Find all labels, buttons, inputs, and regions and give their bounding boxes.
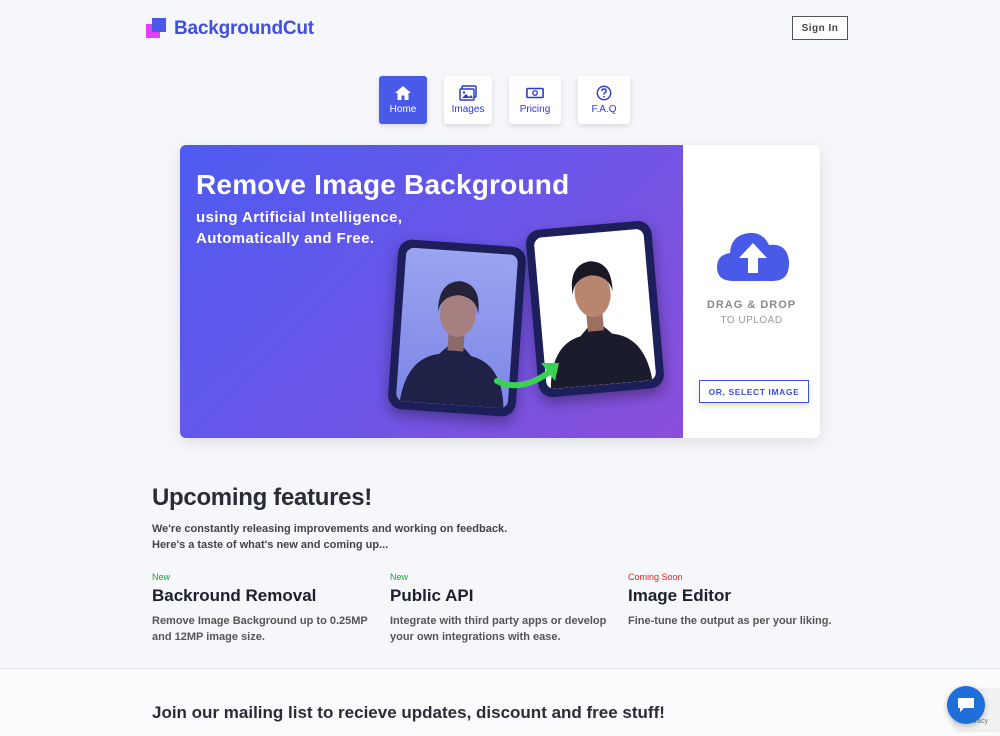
upload-dropzone[interactable]: DRAG & DROP TO UPLOAD OR, SELECT IMAGE — [683, 145, 820, 438]
feature-title: Backround Removal — [152, 586, 317, 605]
nav-home-label: Home — [389, 104, 417, 115]
images-icon — [459, 85, 477, 101]
nav-faq-label: F.A.Q — [591, 104, 617, 115]
to-upload-label: TO UPLOAD — [720, 315, 783, 326]
logo[interactable]: BackgroundCut — [146, 18, 314, 40]
feature-title: Public API — [390, 586, 474, 605]
select-image-button[interactable]: OR, SELECT IMAGE — [699, 380, 809, 403]
feature-card-background-removal: New Backround Removal Remove Image Backg… — [152, 572, 382, 645]
feature-desc-line1: Remove Image Background up to 0.25MP — [152, 615, 368, 627]
status-badge: New — [390, 572, 409, 582]
feature-desc-line2: and 12MP image size. — [152, 631, 265, 643]
status-badge: Coming Soon — [628, 572, 683, 582]
feature-title: Image Editor — [628, 586, 731, 605]
hero-subtitle-line1: using Artificial Intelligence, — [196, 209, 403, 226]
drag-drop-label: DRAG & DROP — [706, 299, 797, 311]
sign-in-button[interactable]: Sign In — [792, 16, 848, 40]
features-title: Upcoming features! — [152, 484, 372, 511]
features-desc-line2: Here's a taste of what's new and coming … — [152, 539, 389, 551]
nav-pricing-label: Pricing — [519, 104, 551, 115]
nav-pricing[interactable]: Pricing — [509, 76, 561, 124]
question-icon — [596, 85, 612, 101]
money-icon — [526, 87, 544, 99]
home-icon — [395, 86, 411, 100]
hero-subtitle: using Artificial Intelligence, Automatic… — [196, 207, 402, 249]
feature-card-image-editor: Coming Soon Image Editor Fine-tune the o… — [628, 572, 858, 629]
chat-icon — [958, 698, 974, 712]
features-desc-line1: We're constantly releasing improvements … — [152, 523, 508, 535]
feature-desc-line2: your own integrations with ease. — [390, 631, 561, 643]
logo-mark-icon — [146, 18, 168, 40]
nav-faq[interactable]: F.A.Q — [578, 76, 630, 124]
main-nav: Home Images Pricing F.A.Q — [379, 76, 630, 124]
hero-subtitle-line2: Automatically and Free. — [196, 230, 375, 247]
status-badge: New — [152, 572, 171, 582]
mailing-list-title: Join our mailing list to recieve updates… — [152, 703, 665, 722]
transform-arrow-icon — [494, 363, 559, 389]
features-description: We're constantly releasing improvements … — [152, 521, 507, 553]
feature-description: Integrate with third party apps or devel… — [390, 613, 620, 645]
cloud-upload-icon — [717, 232, 790, 281]
hero-title: Remove Image Background — [196, 169, 570, 200]
chat-button[interactable] — [947, 686, 985, 724]
feature-desc-line1: Integrate with third party apps or devel… — [390, 615, 607, 627]
feature-description: Fine-tune the output as per your liking. — [628, 613, 858, 629]
logo-text: BackgroundCut — [174, 18, 314, 39]
feature-desc-line1: Fine-tune the output as per your liking. — [628, 615, 832, 627]
feature-description: Remove Image Background up to 0.25MP and… — [152, 613, 382, 645]
feature-card-public-api: New Public API Integrate with third part… — [390, 572, 620, 645]
hero-panel: Remove Image Background using Artificial… — [180, 145, 820, 438]
nav-home[interactable]: Home — [379, 76, 427, 124]
hero-banner: Remove Image Background using Artificial… — [180, 145, 683, 438]
nav-images-label: Images — [451, 104, 485, 115]
nav-images[interactable]: Images — [444, 76, 492, 124]
